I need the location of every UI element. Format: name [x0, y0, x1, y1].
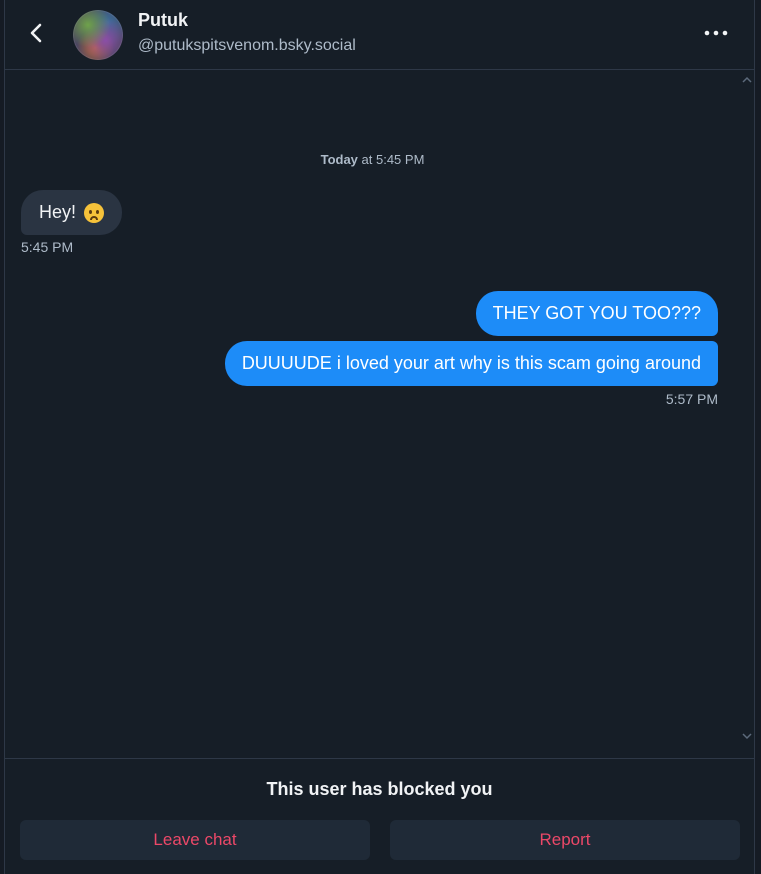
scroll-up-icon[interactable] [742, 75, 752, 85]
profile-name[interactable]: Putuk [138, 10, 188, 31]
chevron-left-icon [30, 23, 42, 43]
outgoing-message-text: DUUUUDE i loved your art why is this sca… [241, 353, 701, 373]
more-options-button[interactable] [700, 20, 732, 46]
scroll-down-icon[interactable] [742, 731, 752, 741]
date-separator: Today at 5:45 PM [5, 152, 740, 167]
chat-header: Putuk @putukspitsvenom.bsky.social [5, 0, 754, 70]
message-list[interactable]: Today at 5:45 PM Hey! 5:45 PM THEY GOT Y… [5, 70, 754, 758]
scrollbar[interactable] [740, 70, 754, 758]
blocked-footer: This user has blocked you Leave chat Rep… [5, 758, 754, 874]
blocked-notice: This user has blocked you [266, 779, 493, 799]
ellipsis-icon [704, 30, 728, 36]
incoming-message-text: Hey! [39, 202, 77, 222]
leave-chat-button[interactable]: Leave chat [20, 820, 370, 860]
chat-window: Putuk @putukspitsvenom.bsky.social Today… [4, 0, 755, 874]
outgoing-message-time: 5:57 PM [665, 391, 718, 407]
incoming-message-time: 5:45 PM [21, 239, 74, 255]
report-button[interactable]: Report [390, 820, 740, 860]
profile-handle: @putukspitsvenom.bsky.social [138, 37, 356, 54]
avatar[interactable] [73, 10, 123, 60]
incoming-message-bubble[interactable]: Hey! [21, 190, 123, 235]
frowning-face-emoji-icon [84, 202, 105, 223]
date-separator-time: at 5:45 PM [357, 152, 425, 167]
outgoing-message-bubble[interactable]: THEY GOT YOU TOO??? [475, 291, 718, 336]
outgoing-message-bubble[interactable]: DUUUUDE i loved your art why is this sca… [224, 341, 718, 386]
date-separator-day: Today [320, 152, 358, 167]
outgoing-message-text: THEY GOT YOU TOO??? [492, 303, 701, 323]
back-button[interactable] [21, 18, 51, 48]
